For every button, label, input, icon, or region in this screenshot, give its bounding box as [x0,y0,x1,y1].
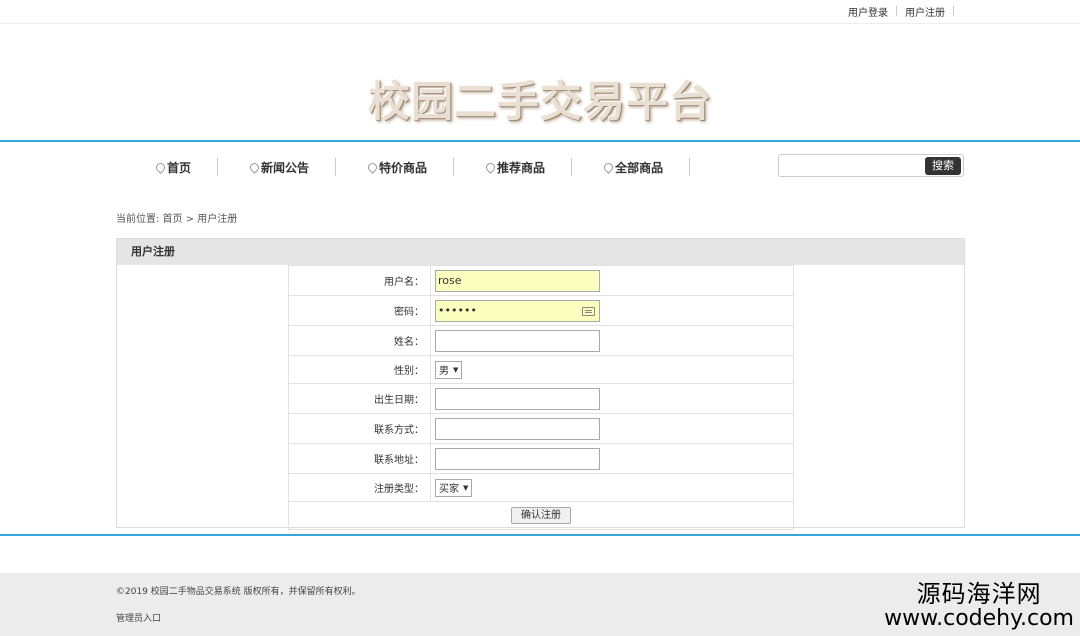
nav-item-label: 新闻公告 [261,160,310,175]
name-field[interactable] [435,329,600,352]
footer-divider [0,534,1080,536]
contact-field[interactable] [435,417,600,440]
name-label: 姓名： [288,325,431,356]
password-label: 密码： [288,295,431,326]
nav-item-special[interactable]: 特价商品 [362,158,455,176]
submit-button[interactable]: 确认注册 [511,507,571,524]
register-form: 用户名： rose 密码： •••••• 姓名： 性别： 男 ▼ 出生日期： 联系… [288,265,794,530]
nav-item-all[interactable]: 全部商品 [598,158,691,176]
footer: ©2019 校园二手物品交易系统 版权所有，并保留所有权利。 管理员入口 源码海… [0,573,1080,636]
login-link[interactable]: 用户登录 [848,4,888,19]
watermark-en: www.codehy.com [884,606,1074,631]
nav-item-label: 特价商品 [379,160,428,175]
keyboard-icon[interactable] [582,306,595,316]
copyright: ©2019 校园二手物品交易系统 版权所有，并保留所有权利。 [116,587,361,597]
location-pin-icon [486,163,493,172]
gender-value: 男 [439,366,449,377]
username-label: 用户名： [288,265,431,296]
watermark: 源码海洋网 www.codehy.com [884,581,1074,631]
header-divider [0,140,1080,142]
type-label: 注册类型： [288,473,431,502]
search-box: 搜索 [778,154,964,177]
type-value: 买家 [439,484,459,495]
nav-item-label: 首页 [167,160,192,175]
divider [896,6,897,16]
main-nav: 首页 新闻公告 特价商品 推荐商品 全部商品 [150,158,691,178]
username-field[interactable]: rose [435,269,600,292]
dropdown-arrow-icon: ▼ [453,365,459,374]
location-pin-icon [156,163,163,172]
breadcrumb: 当前位置: 首页 > 用户注册 [116,214,238,225]
top-bar: 用户登录 用户注册 [0,0,1080,24]
nav-item-home[interactable]: 首页 [150,158,219,176]
register-link[interactable]: 用户注册 [905,4,945,19]
nav-item-recommended[interactable]: 推荐商品 [480,158,573,176]
nav-item-label: 全部商品 [615,160,664,175]
divider [953,6,954,16]
gender-select[interactable]: 男 ▼ [435,360,463,379]
address-field[interactable] [435,447,600,470]
search-button[interactable]: 搜索 [925,157,961,175]
nav-item-label: 推荐商品 [497,160,546,175]
search-input[interactable] [783,156,929,176]
birth-label: 出生日期： [288,383,431,414]
password-field[interactable]: •••••• [435,299,600,322]
top-links: 用户登录 用户注册 [848,4,962,19]
birth-field[interactable] [435,387,600,410]
panel-title: 用户注册 [117,239,964,265]
location-pin-icon [250,163,257,172]
nav-item-news[interactable]: 新闻公告 [244,158,337,176]
site-title: 校园二手交易平台 [367,77,712,126]
site-logo: 校园二手交易平台 [0,68,1080,129]
address-label: 联系地址： [288,443,431,474]
watermark-cn: 源码海洋网 [916,580,1042,608]
register-panel: 用户注册 用户名： rose 密码： •••••• 姓名： 性别： 男 ▼ 出生日… [116,238,965,530]
location-pin-icon [368,163,375,172]
dropdown-arrow-icon: ▼ [463,483,469,492]
gender-label: 性别： [288,355,431,384]
password-mask: •••••• [438,303,477,317]
contact-label: 联系方式： [288,413,431,444]
type-select[interactable]: 买家 ▼ [435,478,473,497]
admin-link[interactable]: 管理员入口 [116,611,161,624]
location-pin-icon [604,163,611,172]
